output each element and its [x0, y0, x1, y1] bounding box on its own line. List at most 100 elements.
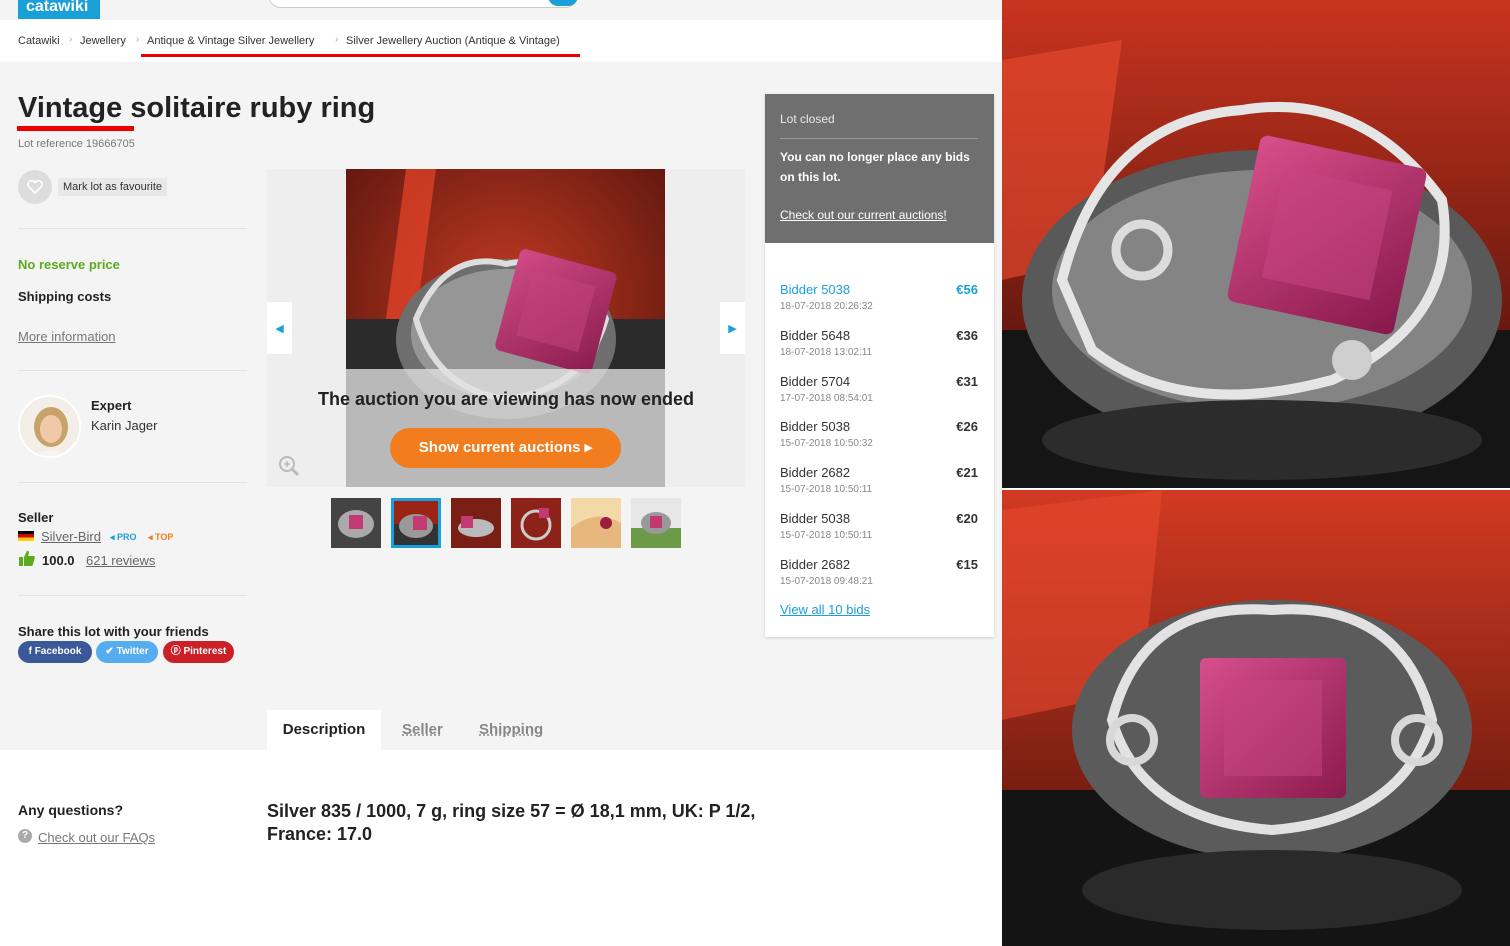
twitter-share-button[interactable]: ✔ Twitter	[96, 641, 158, 663]
arrow-right-icon: ▶	[728, 322, 737, 335]
tab-description[interactable]: Description	[267, 710, 381, 750]
annotation-underline	[141, 54, 580, 57]
expert-label: Expert	[91, 398, 132, 413]
breadcrumb: Catawiki › Jewellery › Antique & Vintage…	[0, 20, 1002, 62]
breadcrumb-separator: ›	[335, 34, 339, 45]
bid-amount: €56	[956, 282, 978, 297]
bidder-name: Bidder 5038	[780, 419, 851, 434]
expert-name: Karin Jager	[91, 418, 158, 433]
bid-row: Bidder 2682 15-07-2018 09:48:21 €15	[780, 557, 978, 597]
description-section: Any questions? ? Check out our FAQs Silv…	[0, 750, 1002, 946]
title-first-word: Vintage	[18, 92, 123, 124]
bid-amount: €26	[956, 419, 978, 434]
twitter-bird-icon: ✔	[105, 646, 117, 657]
share-label: Share this lot with your friends	[18, 624, 209, 639]
gallery-thumbnail[interactable]	[331, 498, 381, 548]
faq-link[interactable]: Check out our FAQs	[38, 830, 155, 845]
pro-badge: ◂ PRO	[110, 532, 137, 542]
gallery-thumbnail[interactable]	[451, 498, 501, 548]
germany-flag-icon	[18, 531, 34, 541]
bid-date: 18-07-2018 13:02:11	[780, 347, 873, 358]
bid-date: 18-07-2018 20:26:32	[780, 301, 873, 312]
bid-date: 15-07-2018 10:50:32	[780, 438, 873, 449]
breadcrumb-separator: ›	[136, 34, 140, 45]
bid-date: 15-07-2018 10:50:11	[780, 530, 873, 541]
favourite-label[interactable]: Mark lot as favourite	[58, 178, 168, 196]
seller-label: Seller	[18, 510, 54, 525]
pinterest-share-button[interactable]: ⓟ Pinterest	[163, 641, 234, 663]
bid-date: 15-07-2018 09:48:21	[780, 576, 873, 587]
shipping-costs-label: Shipping costs	[18, 289, 112, 304]
lot-closed-box: Lot closed You can no longer place any b…	[765, 94, 994, 243]
bid-panel: Lot closed You can no longer place any b…	[765, 94, 994, 637]
divider	[18, 370, 247, 371]
next-image-button[interactable]: ▶	[720, 302, 745, 354]
gallery-thumbnail[interactable]	[631, 498, 681, 548]
bidder-name: Bidder 5038	[780, 511, 851, 526]
bid-amount: €20	[956, 511, 978, 526]
top-header: catawiki	[0, 0, 1002, 20]
annotation-underline	[17, 126, 134, 131]
lot-status: Lot closed	[780, 112, 835, 126]
divider	[18, 595, 247, 596]
page-title: Vintage solitaire ruby ring	[18, 92, 375, 125]
bidder-name: Bidder 5648	[780, 328, 851, 343]
divider	[780, 138, 978, 139]
show-current-auctions-button[interactable]: Show current auctions ▸	[390, 428, 621, 468]
seller-score: 100.0	[42, 553, 75, 568]
breadcrumb-item-catawiki[interactable]: Catawiki	[18, 35, 60, 47]
tab-seller[interactable]: Seller	[402, 710, 443, 750]
breadcrumb-item-auction[interactable]: Silver Jewellery Auction (Antique & Vint…	[346, 35, 560, 47]
breadcrumb-item-jewellery[interactable]: Jewellery	[80, 35, 126, 47]
lot-reference: Lot reference 19666705	[18, 138, 135, 150]
bid-row: Bidder 5038 18-07-2018 20:26:32 €56	[780, 282, 978, 322]
facebook-share-button[interactable]: f Facebook	[18, 641, 92, 663]
bid-amount: €31	[956, 374, 978, 389]
bid-row: Bidder 5038 15-07-2018 10:50:32 €26	[780, 419, 978, 459]
pinterest-label: Pinterest	[183, 646, 227, 657]
bid-row: Bidder 5648 18-07-2018 13:02:11 €36	[780, 328, 978, 368]
ruby-ring-photo-top	[1002, 0, 1510, 488]
more-information-link[interactable]: More information	[18, 329, 116, 344]
prev-image-button[interactable]: ◀	[267, 302, 292, 354]
expert-avatar	[18, 395, 81, 458]
top-badge: ◂ TOP	[148, 532, 174, 542]
bid-date: 15-07-2018 10:50:11	[780, 484, 873, 495]
divider	[18, 228, 247, 229]
breadcrumb-item-silver-jewellery[interactable]: Antique & Vintage Silver Jewellery	[147, 35, 314, 47]
questions-heading: Any questions?	[18, 802, 124, 818]
favourite-button[interactable]	[18, 170, 52, 204]
tab-bar: Description Seller Shipping	[0, 710, 1002, 750]
search-input[interactable]	[268, 0, 578, 8]
bid-row: Bidder 2682 15-07-2018 10:50:11 €21	[780, 465, 978, 505]
bid-amount: €15	[956, 557, 978, 572]
seller-reviews-link[interactable]: 621 reviews	[86, 553, 155, 568]
bidder-name: Bidder 2682	[780, 465, 851, 480]
bidder-name: Bidder 5038	[780, 282, 851, 297]
seller-name-link[interactable]: Silver-Bird	[41, 529, 101, 544]
bid-date: 17-07-2018 08:54:01	[780, 393, 873, 404]
view-all-bids-link[interactable]: View all 10 bids	[780, 602, 870, 617]
bidder-name: Bidder 2682	[780, 557, 851, 572]
pinterest-icon: ⓟ	[170, 646, 184, 657]
arrow-left-icon: ◀	[275, 322, 284, 335]
tab-shipping[interactable]: Shipping	[479, 710, 543, 750]
bid-row: Bidder 5038 15-07-2018 10:50:11 €20	[780, 511, 978, 551]
twitter-label: Twitter	[116, 646, 149, 657]
divider	[18, 482, 247, 483]
catawiki-logo[interactable]: catawiki	[18, 0, 100, 19]
title-rest: solitaire ruby ring	[122, 92, 376, 124]
lot-description: Silver 835 / 1000, 7 g, ring size 57 = Ø…	[267, 801, 756, 844]
gallery-thumbnail[interactable]	[511, 498, 561, 548]
gallery-thumbnail[interactable]	[571, 498, 621, 548]
current-auctions-link[interactable]: Check out our current auctions!	[780, 208, 947, 222]
thumbs-up-icon	[19, 550, 35, 566]
bid-amount: €21	[956, 465, 978, 480]
auction-ended-message: The auction you are viewing has now ende…	[317, 389, 695, 409]
lot-closed-message: You can no longer place any bids on this…	[780, 150, 970, 184]
bid-amount: €36	[956, 328, 978, 343]
lot-page: catawiki Catawiki › Jewellery › Antique …	[0, 0, 1002, 946]
zoom-icon[interactable]	[278, 455, 300, 477]
gallery-thumbnail[interactable]	[391, 498, 441, 548]
heart-icon	[27, 180, 43, 194]
